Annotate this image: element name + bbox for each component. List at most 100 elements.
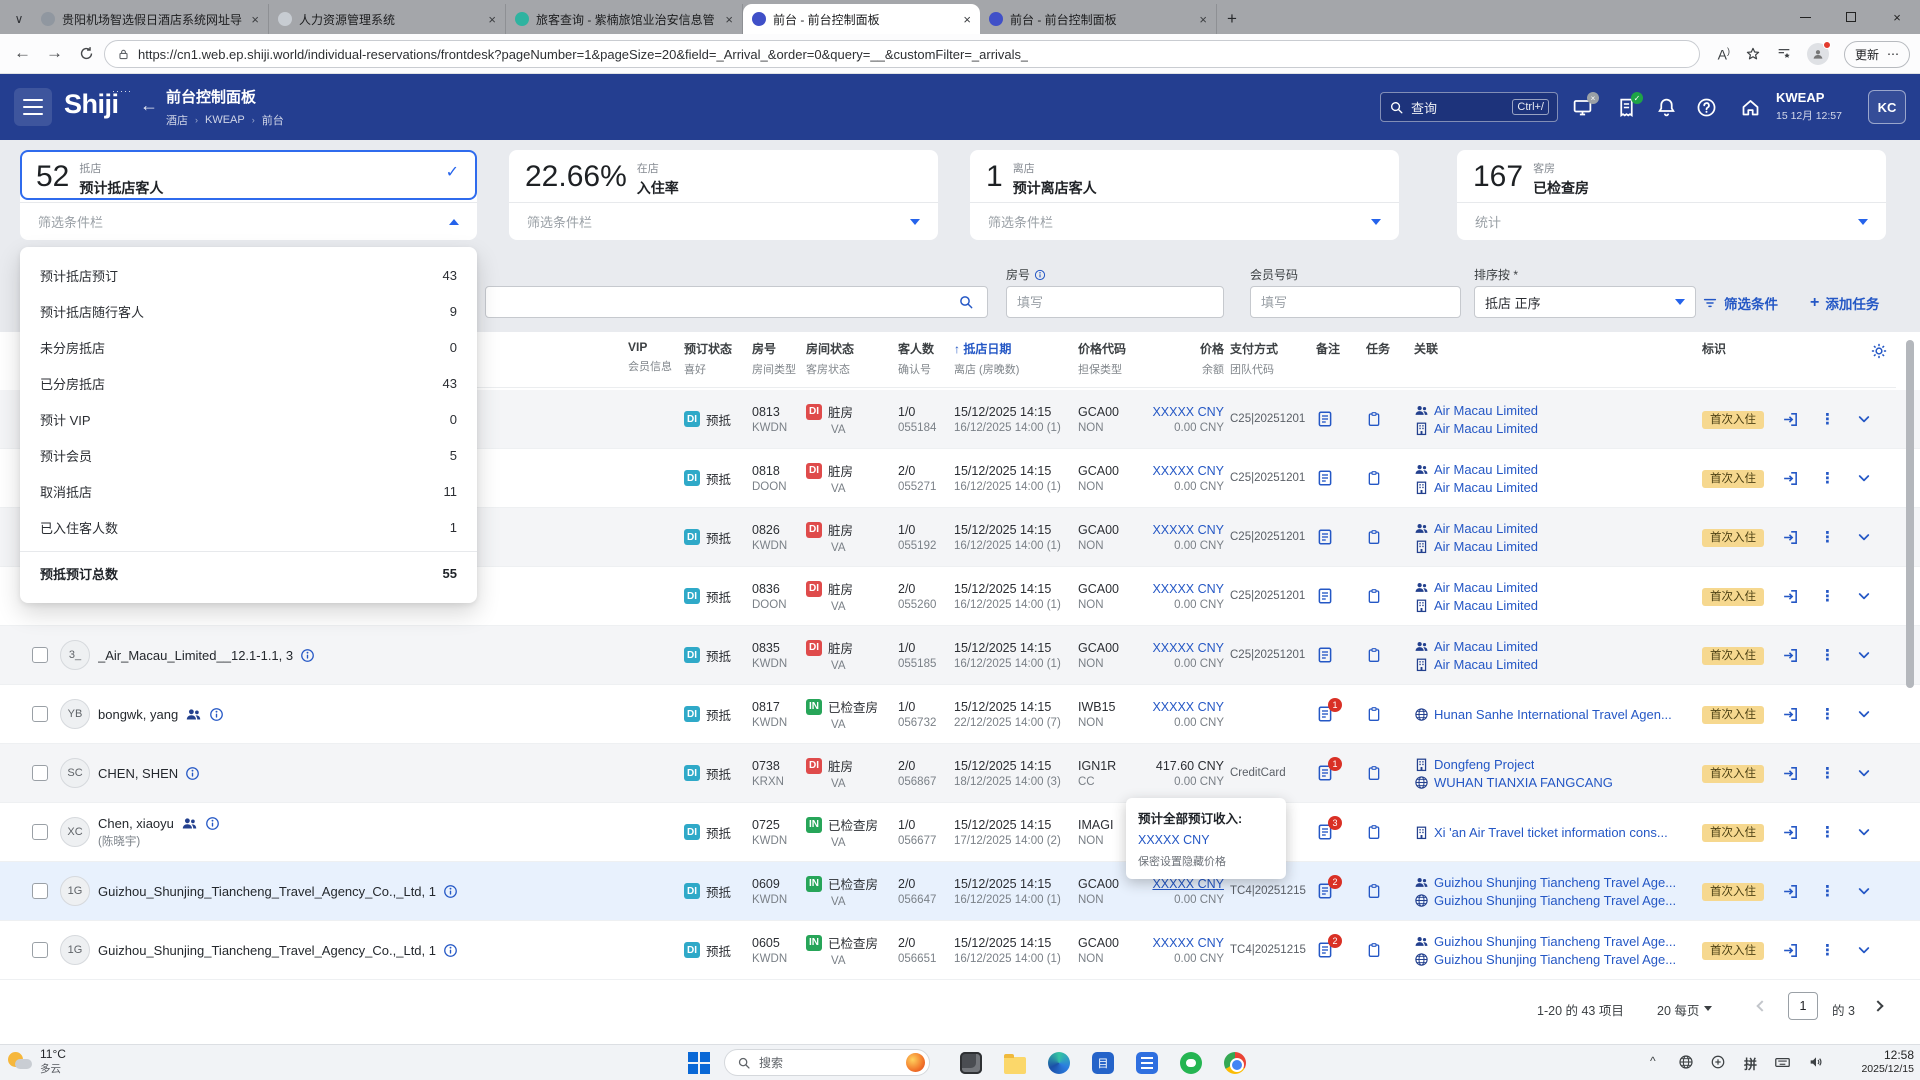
task-clipboard-icon[interactable]	[1366, 588, 1382, 604]
scrollbar-thumb[interactable]	[1906, 340, 1914, 688]
stat-card[interactable]: 52 抵店 预计抵店客人 ✓ 筛选条件栏	[20, 150, 477, 240]
linked-profile[interactable]: Guizhou Shunjing Tiancheng Travel Age...	[1414, 934, 1702, 949]
task-clipboard-icon[interactable]	[1366, 942, 1382, 958]
linked-profile[interactable]: Guizhou Shunjing Tiancheng Travel Age...	[1414, 893, 1702, 908]
dropdown-item[interactable]: 未分房抵店 0	[20, 329, 477, 365]
linked-profile[interactable]: Air Macau Limited	[1414, 403, 1702, 418]
back-icon[interactable]: ←	[14, 43, 31, 63]
expand-chevron-icon[interactable]	[1856, 765, 1872, 781]
tab-close-icon[interactable]: ×	[963, 12, 971, 27]
global-search-input[interactable]: 查询 Ctrl+/	[1380, 92, 1558, 122]
check-in-icon[interactable]	[1782, 883, 1799, 900]
read-aloud-icon[interactable]: A)	[1718, 46, 1730, 63]
favorite-star-icon[interactable]	[1745, 46, 1761, 62]
more-actions-icon[interactable]: ⋮	[1820, 528, 1835, 546]
linked-profile-name[interactable]: Dongfeng Project	[1434, 757, 1534, 772]
more-actions-icon[interactable]: ⋮	[1820, 705, 1835, 723]
close-button[interactable]: ×	[1874, 0, 1920, 34]
more-menu-icon[interactable]: ⋯	[1887, 47, 1899, 61]
table-row[interactable]: SC CHEN, SHEN DI预抵 0738KRXN DI脏房	[0, 744, 1920, 803]
notifications-bell-icon[interactable]	[1656, 97, 1677, 118]
linked-profile[interactable]: Hunan Sanhe International Travel Agen...	[1414, 707, 1702, 722]
search-icon[interactable]	[958, 294, 974, 310]
linked-profile-name[interactable]: Air Macau Limited	[1434, 598, 1538, 613]
linked-profile[interactable]: WUHAN TIANXIA FANGCANG	[1414, 775, 1702, 790]
breadcrumb-hotel[interactable]: 酒店	[166, 112, 188, 128]
card-filter-toggle[interactable]: 筛选条件栏	[509, 202, 938, 240]
check-in-icon[interactable]	[1782, 647, 1799, 664]
sort-column-arrival[interactable]: ↑ 抵店日期离店 (房晚数)	[954, 340, 1078, 377]
browser-profile-avatar[interactable]	[1807, 43, 1829, 65]
table-row[interactable]: 1G Guizhou_Shunjing_Tiancheng_Travel_Age…	[0, 862, 1920, 921]
file-explorer-icon[interactable]	[1002, 1050, 1028, 1076]
card-filter-toggle[interactable]: 统计	[1457, 202, 1886, 240]
guest-name[interactable]: CHEN, SHEN	[98, 766, 178, 781]
task-clipboard-icon[interactable]	[1366, 529, 1382, 545]
check-in-icon[interactable]	[1782, 765, 1799, 782]
page-size-select[interactable]: 20 每页	[1657, 1000, 1712, 1019]
task-view-icon[interactable]	[958, 1050, 984, 1076]
note-icon[interactable]: 1	[1316, 764, 1334, 782]
guest-name[interactable]: Guizhou_Shunjing_Tiancheng_Travel_Agency…	[98, 884, 436, 899]
note-icon[interactable]	[1316, 646, 1334, 664]
stat-card[interactable]: 22.66% 在店 入住率 筛选条件栏	[509, 150, 938, 240]
linked-profile-name[interactable]: Air Macau Limited	[1434, 403, 1538, 418]
table-settings-gear-icon[interactable]	[1870, 342, 1888, 360]
note-icon[interactable]: 1	[1316, 705, 1334, 723]
note-icon[interactable]	[1316, 587, 1334, 605]
reservation-search-input[interactable]	[485, 286, 988, 318]
browser-tab[interactable]: 贵阳机场智选假日酒店系统网址导 ×	[32, 4, 269, 34]
expand-chevron-icon[interactable]	[1856, 647, 1872, 663]
start-button[interactable]	[686, 1050, 712, 1076]
linked-profile[interactable]: Air Macau Limited	[1414, 539, 1702, 554]
expand-chevron-icon[interactable]	[1856, 588, 1872, 604]
url-text[interactable]: https://cn1.web.ep.shiji.world/individua…	[138, 47, 1028, 62]
minimize-button[interactable]	[1782, 0, 1828, 34]
chrome-browser-icon[interactable]	[1222, 1050, 1248, 1076]
cashier-icon[interactable]: ✓	[1616, 97, 1637, 118]
info-icon[interactable]	[300, 648, 315, 663]
filter-conditions-button[interactable]: 筛选条件	[1702, 293, 1778, 313]
expand-chevron-icon[interactable]	[1856, 942, 1872, 958]
app-icon-blue[interactable]: 目	[1090, 1050, 1116, 1076]
linked-profile-name[interactable]: WUHAN TIANXIA FANGCANG	[1434, 775, 1613, 790]
user-avatar[interactable]: KC	[1868, 90, 1906, 124]
linked-profile-name[interactable]: Air Macau Limited	[1434, 639, 1538, 654]
price[interactable]: XXXXX CNY	[1136, 641, 1224, 655]
check-in-icon[interactable]	[1782, 529, 1799, 546]
more-actions-icon[interactable]: ⋮	[1820, 587, 1835, 605]
tab-close-icon[interactable]: ×	[725, 12, 733, 27]
taskbar-search[interactable]: 搜索	[724, 1049, 930, 1076]
task-clipboard-icon[interactable]	[1366, 411, 1382, 427]
linked-profile-name[interactable]: Air Macau Limited	[1434, 657, 1538, 672]
row-checkbox[interactable]	[32, 942, 48, 958]
row-checkbox[interactable]	[32, 824, 48, 840]
ime-indicator[interactable]: 拼	[1744, 1054, 1757, 1073]
table-row[interactable]: 3_ _Air_Macau_Limited__12.1-1.1, 3 DI预抵 …	[0, 626, 1920, 685]
tab-close-icon[interactable]: ×	[251, 12, 259, 27]
linked-profile[interactable]: Air Macau Limited	[1414, 657, 1702, 672]
dropdown-item[interactable]: 预计 VIP 0	[20, 401, 477, 437]
home-icon[interactable]	[1740, 97, 1761, 118]
linked-profile-name[interactable]: Air Macau Limited	[1434, 580, 1538, 595]
back-arrow-icon[interactable]: ←	[140, 95, 158, 116]
info-icon[interactable]	[209, 707, 224, 722]
guest-name[interactable]: _Air_Macau_Limited__12.1-1.1, 3	[98, 648, 293, 663]
expand-chevron-icon[interactable]	[1856, 824, 1872, 840]
expand-chevron-icon[interactable]	[1856, 529, 1872, 545]
tab-close-icon[interactable]: ×	[488, 12, 496, 27]
card-filter-toggle[interactable]: 筛选条件栏	[20, 202, 477, 240]
more-actions-icon[interactable]: ⋮	[1820, 823, 1835, 841]
check-in-icon[interactable]	[1782, 588, 1799, 605]
check-in-icon[interactable]	[1782, 942, 1799, 959]
note-icon[interactable]: 2	[1316, 882, 1334, 900]
linked-profile[interactable]: Air Macau Limited	[1414, 580, 1702, 595]
current-page-input[interactable]: 1	[1788, 992, 1818, 1020]
price[interactable]: XXXXX CNY	[1136, 582, 1224, 596]
table-row[interactable]: 1G Guizhou_Shunjing_Tiancheng_Travel_Age…	[0, 921, 1920, 980]
task-clipboard-icon[interactable]	[1366, 824, 1382, 840]
note-icon[interactable]	[1316, 528, 1334, 546]
info-icon[interactable]	[443, 884, 458, 899]
info-icon[interactable]	[443, 943, 458, 958]
breadcrumb-property[interactable]: KWEAP	[205, 114, 245, 126]
